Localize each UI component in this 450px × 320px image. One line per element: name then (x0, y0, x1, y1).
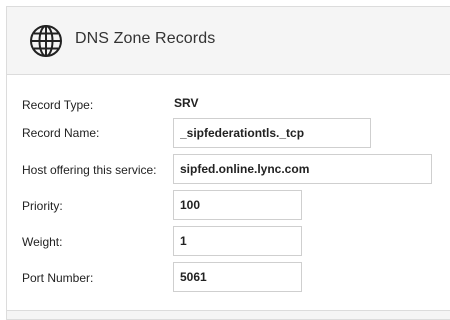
port-number-field[interactable] (173, 262, 302, 292)
host-field[interactable] (173, 154, 432, 184)
record-type-label: Record Type: (22, 98, 94, 112)
panel-title: DNS Zone Records (75, 30, 216, 47)
record-name-field[interactable] (173, 118, 371, 148)
panel-footer (7, 310, 450, 319)
dns-zone-records-panel: DNS Zone Records Record Type: SRV Record… (6, 6, 450, 320)
globe-icon (29, 24, 63, 58)
record-name-label: Record Name: (22, 126, 100, 140)
panel-header: DNS Zone Records (7, 7, 450, 75)
priority-label: Priority: (22, 199, 63, 213)
priority-field[interactable] (173, 190, 302, 220)
record-type-value: SRV (174, 96, 199, 110)
port-number-label: Port Number: (22, 271, 94, 285)
weight-label: Weight: (22, 235, 63, 249)
weight-field[interactable] (173, 226, 302, 256)
host-label: Host offering this service: (22, 163, 157, 177)
